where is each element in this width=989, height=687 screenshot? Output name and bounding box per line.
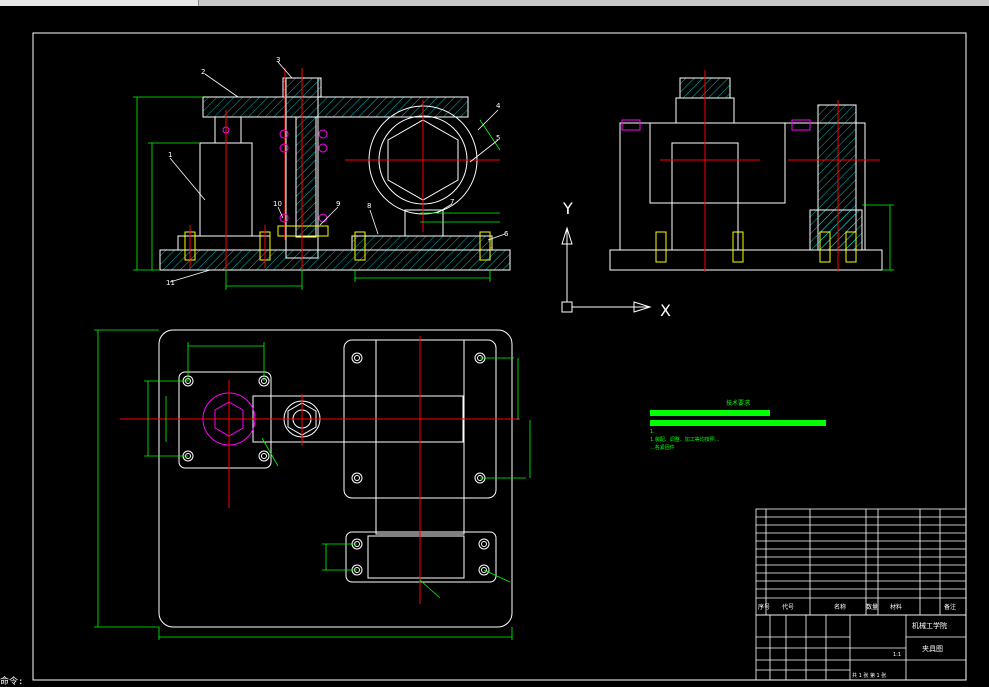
bom-header-name: 名称 <box>834 603 846 611</box>
side-pin-left <box>621 119 641 131</box>
front-left-foot <box>177 235 271 251</box>
notes-bar <box>650 410 770 416</box>
title-drawing-name: 夹具图 <box>922 644 943 653</box>
side-bolt <box>655 231 667 263</box>
front-view[interactable] <box>159 77 511 271</box>
cad-drawing-canvas[interactable]: 1 2 3 4 5 6 7 8 9 10 11 Y X 技术要求 1. 1.装配… <box>0 0 989 687</box>
balloon-1: 1 <box>168 151 172 159</box>
front-left-pillar-cap <box>214 116 242 144</box>
front-screw-body <box>295 116 317 238</box>
ucs-y-label: Y <box>562 199 573 218</box>
balloon-11: 11 <box>166 279 175 287</box>
side-pin-right <box>791 119 811 131</box>
notes-line-1: 1. <box>650 429 655 435</box>
technical-notes: 技术要求 1. 1.装配、调整、加工等均按照... ...各紧固件 <box>650 399 826 451</box>
spring-coil <box>318 143 328 153</box>
bom-header-remark: 备注 <box>944 603 956 611</box>
command-line[interactable]: 命令: <box>0 674 23 687</box>
spring-coil <box>279 129 289 139</box>
bom-header-qty: 数量 <box>866 603 878 611</box>
side-base-plate <box>609 249 883 271</box>
bom-header-no: 序号 <box>758 603 770 611</box>
front-right-foot <box>351 235 493 251</box>
ucs-x-label: X <box>660 301 671 320</box>
notes-title: 技术要求 <box>726 399 750 407</box>
balloon-2: 2 <box>201 68 205 76</box>
bom-table[interactable] <box>755 508 967 681</box>
side-dimensions <box>862 204 894 271</box>
notes-bar <box>650 420 826 426</box>
top-lower-block <box>367 535 465 579</box>
front-base-plate <box>159 249 511 271</box>
side-right-block <box>809 209 863 251</box>
title-company: 机械工学院 <box>912 621 947 630</box>
balloon-7: 7 <box>450 198 454 206</box>
spring-coil <box>318 213 328 223</box>
balloon-10: 10 <box>273 200 282 208</box>
spring-coil <box>279 143 289 153</box>
balloon-4: 4 <box>496 102 501 110</box>
balloon-3: 3 <box>276 56 280 64</box>
side-view[interactable] <box>609 77 883 271</box>
bom-headers: 序号 代号 名称 数量 材料 备注 <box>758 603 956 611</box>
top-view[interactable] <box>158 329 513 628</box>
front-top-bar <box>202 96 469 118</box>
title-scale: 1:1 <box>893 652 901 658</box>
balloon-6: 6 <box>504 230 509 238</box>
balloon-9: 9 <box>336 200 340 208</box>
notes-line-3: ...各紧固件 <box>650 444 675 451</box>
spring-coil <box>318 129 328 139</box>
balloon-5: 5 <box>496 134 500 142</box>
bom-header-code: 代号 <box>782 603 794 611</box>
spring-coil <box>279 213 289 223</box>
top-centerlines <box>120 336 520 604</box>
notes-line-2: 1.装配、调整、加工等均按照... <box>650 436 720 443</box>
title-sheet: 共 1 张 第 1 张 <box>852 672 886 679</box>
bom-header-material: 材料 <box>890 603 902 611</box>
balloon-8: 8 <box>367 202 371 210</box>
side-upper-block <box>649 122 786 204</box>
